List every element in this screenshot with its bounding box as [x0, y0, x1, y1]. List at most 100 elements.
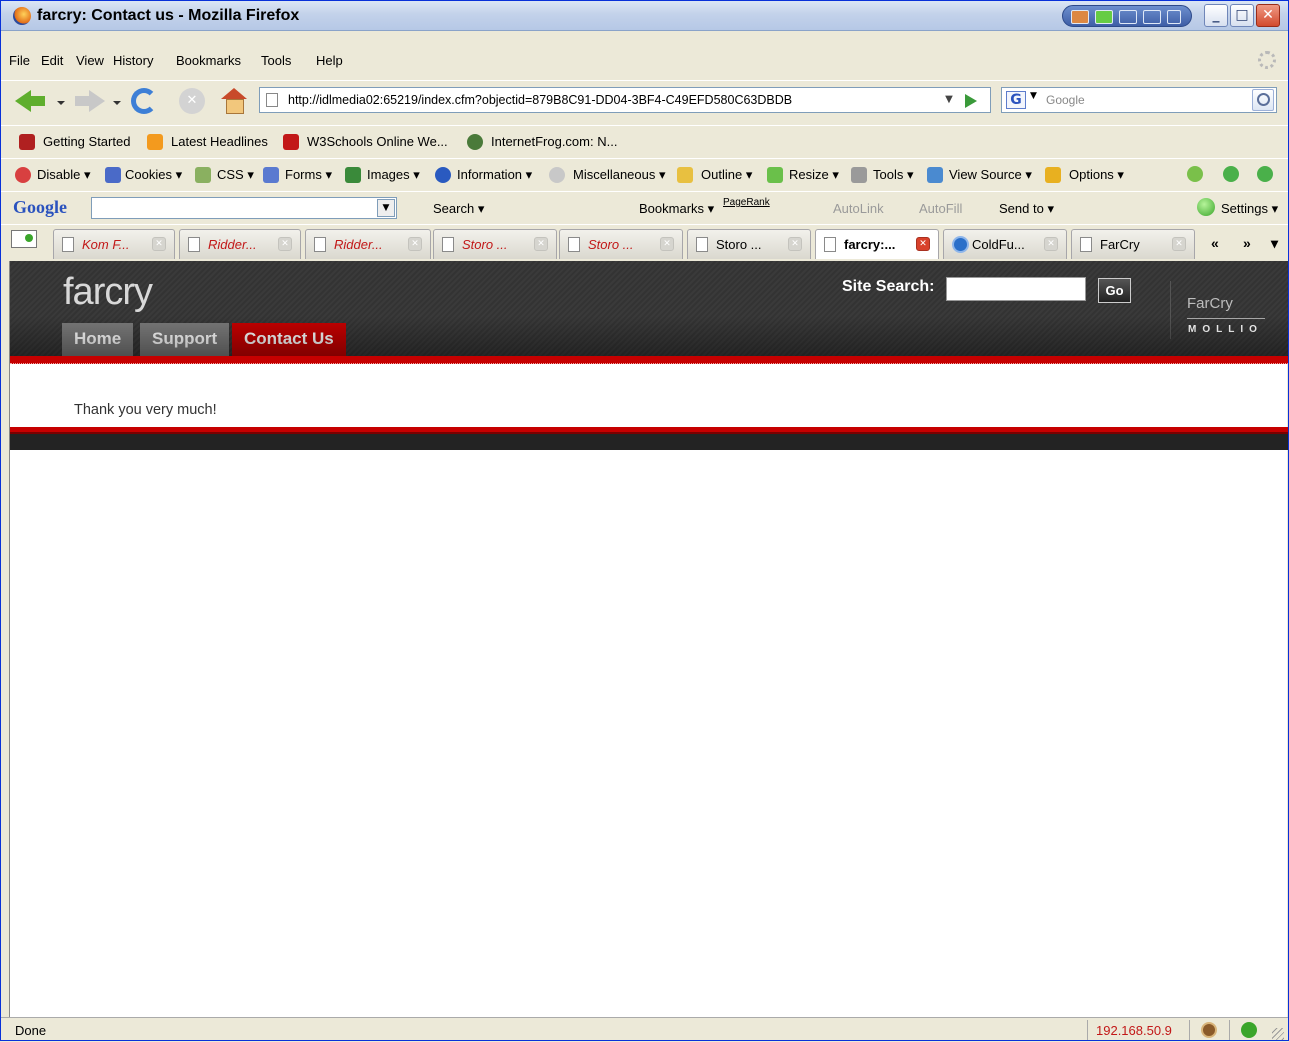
dev-forms[interactable]: Forms ▾: [285, 167, 332, 183]
menu-edit[interactable]: Edit: [41, 53, 63, 68]
search-bar[interactable]: G ▼ Google: [1001, 87, 1277, 113]
menu-bookmarks[interactable]: Bookmarks: [176, 53, 241, 68]
tab-close-icon[interactable]: ✕: [916, 237, 930, 251]
tab-storo-2[interactable]: Storo ... ✕: [559, 229, 683, 259]
tab-label: Ridder...: [334, 237, 383, 252]
url-text[interactable]: http://idlmedia02:65219/index.cfm?object…: [288, 93, 792, 107]
menu-view[interactable]: View: [76, 53, 104, 68]
dev-resize[interactable]: Resize ▾: [789, 167, 839, 183]
tab-close-icon[interactable]: ✕: [534, 237, 548, 251]
reload-icon[interactable]: [131, 88, 157, 114]
tab-close-icon[interactable]: ✕: [278, 237, 292, 251]
google-search-input[interactable]: ▼: [91, 197, 397, 219]
url-bar[interactable]: http://idlmedia02:65219/index.cfm?object…: [259, 87, 991, 113]
search-placeholder[interactable]: Google: [1046, 93, 1085, 107]
google-settings-button[interactable]: Settings ▾: [1221, 201, 1278, 217]
site-header: farcry Site Search: Go FarCry MOLLIO Hom…: [10, 261, 1288, 357]
validation-ok-icon[interactable]: [1241, 1022, 1257, 1038]
dev-images[interactable]: Images ▾: [367, 167, 420, 183]
autolink-button[interactable]: AutoLink: [833, 201, 884, 216]
rss-icon: [147, 134, 163, 150]
tab-close-icon[interactable]: ✕: [660, 237, 674, 251]
dev-information[interactable]: Information ▾: [457, 167, 532, 183]
autofill-button[interactable]: AutoFill: [919, 201, 962, 216]
thank-you-message: Thank you very much!: [74, 402, 217, 418]
tabs-scroll-right[interactable]: »: [1243, 235, 1251, 251]
menu-help[interactable]: Help: [316, 53, 343, 68]
nav-support[interactable]: Support: [140, 323, 230, 356]
send-to-button[interactable]: Send to ▾: [999, 201, 1054, 217]
go-arrow-icon[interactable]: [965, 94, 977, 108]
checkmark-icon[interactable]: [1187, 166, 1203, 182]
dev-options[interactable]: Options ▾: [1069, 167, 1124, 183]
google-search-dropdown[interactable]: ▼: [377, 199, 395, 217]
status-separator: [1087, 1020, 1088, 1040]
minimize-button[interactable]: _: [1204, 4, 1228, 27]
brand-farcry-logo: FarCry: [1187, 295, 1233, 312]
page-icon: [62, 237, 74, 252]
site-search-input[interactable]: [946, 277, 1086, 301]
tab-close-icon[interactable]: ✕: [788, 237, 802, 251]
dev-view-source[interactable]: View Source ▾: [949, 167, 1032, 183]
menu-bar: File Edit View History Bookmarks Tools H…: [1, 48, 1288, 72]
google-bookmarks-button[interactable]: Bookmarks ▾: [639, 201, 714, 217]
google-search-button[interactable]: Search ▾: [433, 201, 484, 217]
site-logo[interactable]: farcry: [63, 271, 153, 314]
url-history-dropdown[interactable]: ▼: [939, 90, 959, 110]
resize-grip[interactable]: [1272, 1028, 1284, 1040]
bookmark-internetfrog[interactable]: InternetFrog.com: N...: [491, 134, 617, 149]
menu-file[interactable]: File: [9, 53, 30, 68]
tab-farcry-active[interactable]: farcry:... ✕: [815, 229, 939, 259]
css-icon: [195, 167, 211, 183]
back-arrow-icon[interactable]: [15, 90, 45, 112]
tab-farcry[interactable]: FarCry ✕: [1071, 229, 1195, 259]
pagerank-indicator[interactable]: PageRank: [723, 197, 770, 208]
nav-contact-us[interactable]: Contact Us: [232, 323, 346, 357]
bookmark-w3schools[interactable]: W3Schools Online We...: [307, 134, 448, 149]
dev-outline[interactable]: Outline ▾: [701, 167, 752, 183]
dev-cookies[interactable]: Cookies ▾: [125, 167, 182, 183]
valid-css-icon[interactable]: [1223, 166, 1239, 182]
home-icon[interactable]: [221, 88, 247, 114]
tabs-scroll-left[interactable]: «: [1211, 235, 1219, 251]
title-bar: farcry: Contact us - Mozilla Firefox _ □…: [1, 1, 1288, 31]
dev-disable[interactable]: Disable ▾: [37, 167, 91, 183]
forward-history-dropdown[interactable]: [113, 101, 121, 105]
bookmark-getting-started[interactable]: Getting Started: [43, 134, 130, 149]
site-search-go-button[interactable]: Go: [1098, 278, 1131, 303]
tab-list-dropdown[interactable]: ▾: [1271, 235, 1278, 252]
tab-coldfusion[interactable]: ColdFu... ✕: [943, 229, 1067, 259]
menu-history[interactable]: History: [113, 53, 153, 68]
tab-storo-3[interactable]: Storo ... ✕: [687, 229, 811, 259]
google-logo[interactable]: Google: [13, 197, 67, 218]
maximize-button[interactable]: □: [1230, 4, 1254, 27]
nav-home[interactable]: Home: [62, 323, 134, 356]
menu-tools[interactable]: Tools: [261, 53, 291, 68]
tab-ridder-1[interactable]: Ridder... ✕: [179, 229, 301, 259]
tab-close-icon[interactable]: ✕: [152, 237, 166, 251]
resize-icon: [767, 167, 783, 183]
search-engine-icon[interactable]: G: [1006, 91, 1026, 109]
tab-close-icon[interactable]: ✕: [1172, 237, 1186, 251]
tab-storo-1[interactable]: Storo ... ✕: [433, 229, 557, 259]
miscellaneous-icon: [549, 167, 565, 183]
tab-kom[interactable]: Kom F... ✕: [53, 229, 175, 259]
magnifier-icon[interactable]: [1252, 89, 1274, 111]
search-engine-dropdown[interactable]: ▼: [1030, 91, 1037, 101]
tab-close-icon[interactable]: ✕: [408, 237, 422, 251]
valid-html-icon[interactable]: [1257, 166, 1273, 182]
forward-arrow-icon[interactable]: [75, 90, 105, 112]
page-icon: [442, 237, 454, 252]
close-window-button[interactable]: ✕: [1256, 4, 1280, 27]
back-history-dropdown[interactable]: [57, 101, 65, 105]
dev-css[interactable]: CSS ▾: [217, 167, 254, 183]
stop-icon[interactable]: ✕: [179, 88, 205, 114]
bookmark-latest-headlines[interactable]: Latest Headlines: [171, 134, 268, 149]
dev-miscellaneous[interactable]: Miscellaneous ▾: [573, 167, 666, 183]
greasemonkey-icon[interactable]: [1201, 1022, 1217, 1038]
dev-tools[interactable]: Tools ▾: [873, 167, 914, 183]
page-icon: [314, 237, 326, 252]
tab-close-icon[interactable]: ✕: [1044, 237, 1058, 251]
tab-ridder-2[interactable]: Ridder... ✕: [305, 229, 431, 259]
new-tab-icon[interactable]: [11, 230, 37, 248]
